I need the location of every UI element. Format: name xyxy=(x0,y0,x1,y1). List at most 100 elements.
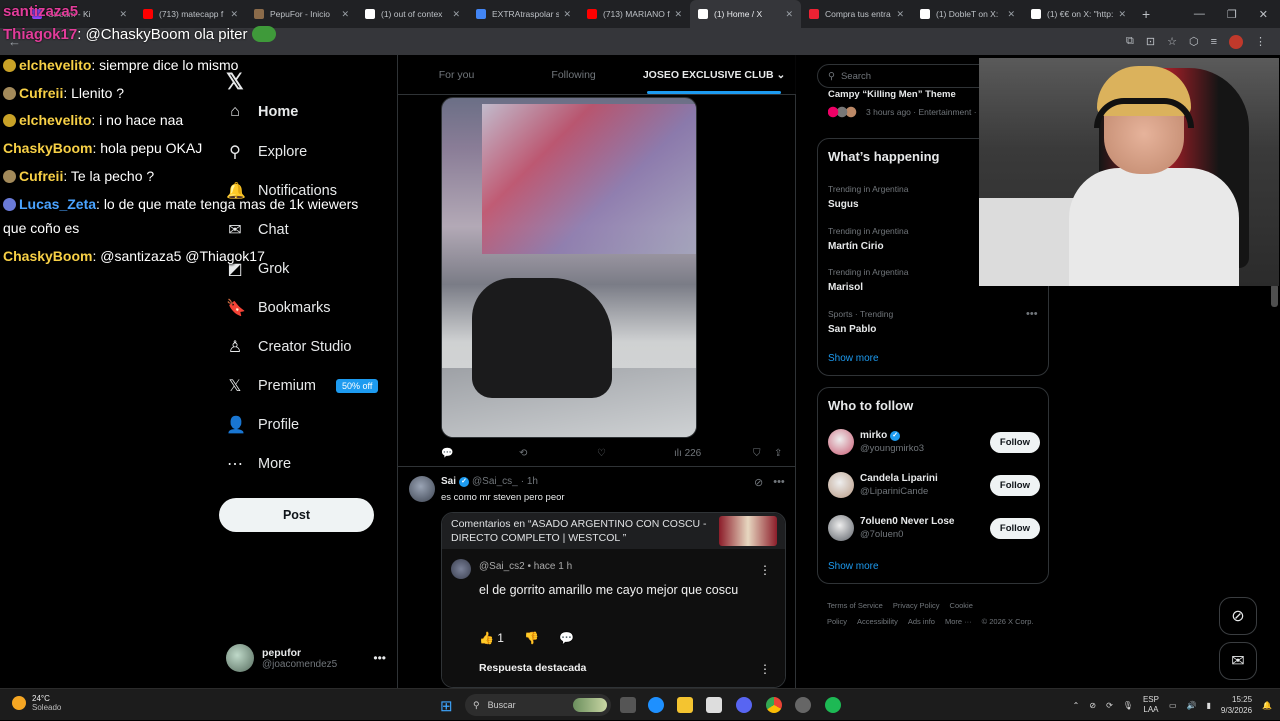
like-icon[interactable]: ♡ xyxy=(597,448,606,459)
footer-link[interactable]: Terms of Service xyxy=(827,601,883,610)
trend-item[interactable]: Trending in Argentina Marisol xyxy=(828,267,909,293)
share-icon[interactable]: ⇪ xyxy=(774,448,782,459)
close-icon[interactable]: ✕ xyxy=(230,9,238,20)
show-more-link[interactable]: Show more xyxy=(828,353,879,364)
grok-button[interactable]: ⊘ xyxy=(1219,597,1257,635)
footer-link[interactable]: Ads info xyxy=(908,617,935,626)
follow-button[interactable]: Follow xyxy=(989,474,1040,496)
nav-item-chat[interactable]: ✉ Chat xyxy=(226,220,288,240)
grok-icon[interactable]: ⊘ xyxy=(754,476,763,489)
browser-tab[interactable]: (1) Home / X ✕ xyxy=(690,0,801,28)
bookmark-icon[interactable]: ⛉ xyxy=(753,448,761,459)
browser-tab[interactable]: PepuFor - Inicio ✕ xyxy=(246,0,357,28)
reply-icon[interactable]: 💬 xyxy=(441,448,453,459)
nav-item-premium[interactable]: 𝕏 Premium 50% off xyxy=(226,376,379,396)
nav-item-explore[interactable]: ⚲ Explore xyxy=(226,142,307,162)
task-view-icon[interactable] xyxy=(620,697,636,713)
nav-item-profile[interactable]: 👤 Profile xyxy=(226,415,299,435)
clock[interactable]: 15:25 9/3/2026 xyxy=(1221,694,1252,716)
tab-joseo-exclusive-club[interactable]: JOSEO EXCLUSIVE CLUB ⌄ xyxy=(632,55,796,94)
footer-link[interactable]: © 2026 X Corp. xyxy=(982,617,1034,626)
install-icon[interactable]: ⊡ xyxy=(1146,35,1155,48)
volume-icon[interactable]: 🔊 xyxy=(1187,701,1197,710)
battery-icon[interactable]: ▮ xyxy=(1206,701,1210,710)
nav-item-more[interactable]: ⋯ More xyxy=(226,454,291,474)
views-stat[interactable]: ılı 226 xyxy=(674,448,701,459)
nav-item-creator-studio[interactable]: ♙ Creator Studio xyxy=(226,337,352,357)
close-icon[interactable]: ✕ xyxy=(674,9,682,20)
weather-widget[interactable]: 24°C Soleado xyxy=(12,694,61,712)
retweet-icon[interactable]: ⟲ xyxy=(519,448,527,459)
new-tab-button[interactable]: + xyxy=(1142,6,1150,22)
monitor-icon[interactable]: ▭ xyxy=(1169,701,1177,710)
trend-item[interactable]: Trending in Argentina Sugus xyxy=(828,184,909,210)
close-window-icon[interactable]: ✕ xyxy=(1259,8,1268,21)
star-icon[interactable]: ☆ xyxy=(1167,35,1177,48)
notification-bell-icon[interactable]: 🔔 xyxy=(1262,701,1272,710)
menu-icon[interactable]: ≡ xyxy=(1211,36,1217,48)
close-icon[interactable]: ✕ xyxy=(452,9,460,20)
footer-link[interactable]: Accessibility xyxy=(857,617,898,626)
edge-icon[interactable] xyxy=(648,697,664,713)
kebab-menu-icon[interactable]: ⋮ xyxy=(1255,35,1266,48)
close-icon[interactable]: ✕ xyxy=(1007,9,1015,20)
store-icon[interactable] xyxy=(706,697,722,713)
close-icon[interactable]: ✕ xyxy=(1118,9,1126,20)
tweet-media-image[interactable] xyxy=(441,97,697,438)
close-icon[interactable]: ✕ xyxy=(896,9,904,20)
file-explorer-icon[interactable] xyxy=(677,697,693,713)
messages-button[interactable]: ✉ xyxy=(1219,642,1257,680)
tweet-image-card[interactable]: Comentarios en “ASADO ARGENTINO CON COSC… xyxy=(441,512,786,688)
tweet-author[interactable]: Sai ✓ @Sai_cs_ · 1h xyxy=(441,476,538,487)
language-indicator[interactable]: ESP LAA xyxy=(1143,695,1159,715)
scrollbar[interactable] xyxy=(1271,284,1278,307)
footer-link[interactable]: Privacy Policy xyxy=(893,601,940,610)
chrome-icon[interactable] xyxy=(766,697,782,713)
browser-tab[interactable]: (713) MARIANO f ✕ xyxy=(579,0,690,28)
show-more-link[interactable]: Show more xyxy=(828,561,879,572)
tab-following[interactable]: Following xyxy=(515,55,632,94)
browser-tab[interactable]: Compra tus entra ✕ xyxy=(801,0,912,28)
close-icon[interactable]: ✕ xyxy=(341,9,349,20)
tab-for-you[interactable]: For you xyxy=(398,55,515,94)
nav-item-bookmarks[interactable]: 🔖 Bookmarks xyxy=(226,298,331,318)
avatar[interactable] xyxy=(409,476,435,502)
sync-icon[interactable]: ⟳ xyxy=(1106,701,1113,710)
maximize-icon[interactable]: ❐ xyxy=(1227,8,1237,21)
trend-item[interactable]: Sports · Trending San Pablo xyxy=(828,309,893,335)
app-icon[interactable] xyxy=(795,697,811,713)
more-icon[interactable]: ••• xyxy=(1026,308,1038,320)
taskbar-search[interactable]: ⚲ Buscar xyxy=(465,694,611,716)
nav-item-home[interactable]: ⌂ Home xyxy=(226,103,298,121)
browser-tab[interactable]: (1) €€ on X: "http: ✕ xyxy=(1023,0,1134,28)
browser-tab[interactable]: EXTRAtraspolar s ✕ xyxy=(468,0,579,28)
trend-item[interactable]: Trending in Argentina Martín Cirio xyxy=(828,226,909,252)
footer-link[interactable]: More ··· xyxy=(945,617,972,626)
more-icon[interactable]: ••• xyxy=(773,476,785,489)
discord-icon[interactable] xyxy=(736,697,752,713)
microphone-icon[interactable]: 🎙 xyxy=(1123,701,1133,710)
extension-icon[interactable]: ⬡ xyxy=(1189,35,1199,48)
profile-avatar-icon[interactable] xyxy=(1229,34,1243,49)
translate-icon[interactable]: ⧉ xyxy=(1126,35,1134,48)
account-switcher[interactable]: pepufor @joacomendez5 ••• xyxy=(226,641,386,675)
chevron-up-icon[interactable]: ⌃ xyxy=(1073,701,1080,710)
follow-button[interactable]: Follow xyxy=(989,431,1040,453)
trend-title[interactable]: Campy “Killing Men” Theme xyxy=(828,89,956,100)
windows-start-icon[interactable]: ⊞ xyxy=(440,697,453,715)
post-button[interactable]: Post xyxy=(219,498,374,532)
close-icon[interactable]: ✕ xyxy=(785,9,793,20)
minimize-icon[interactable]: — xyxy=(1194,8,1205,20)
browser-tab[interactable]: (1) out of contex ✕ xyxy=(357,0,468,28)
follow-suggestion[interactable]: 7oluen0 Never Lose @7oluen0 Follow xyxy=(828,511,1040,545)
close-icon[interactable]: ✕ xyxy=(563,9,571,20)
browser-tab[interactable]: (713) matecapp f ✕ xyxy=(135,0,246,28)
spotify-icon[interactable] xyxy=(825,697,841,713)
more-icon[interactable]: ••• xyxy=(373,651,386,665)
browser-tab[interactable]: (1) DobleT on X: ✕ xyxy=(912,0,1023,28)
follow-suggestion[interactable]: mirko ✓ @youngmirko3 Follow xyxy=(828,425,1040,459)
network-off-icon[interactable]: ⊘ xyxy=(1089,701,1096,710)
close-icon[interactable]: ✕ xyxy=(119,9,127,20)
follow-suggestion[interactable]: Candela Liparini @LipariniCande Follow xyxy=(828,468,1040,502)
follow-button[interactable]: Follow xyxy=(989,517,1040,539)
